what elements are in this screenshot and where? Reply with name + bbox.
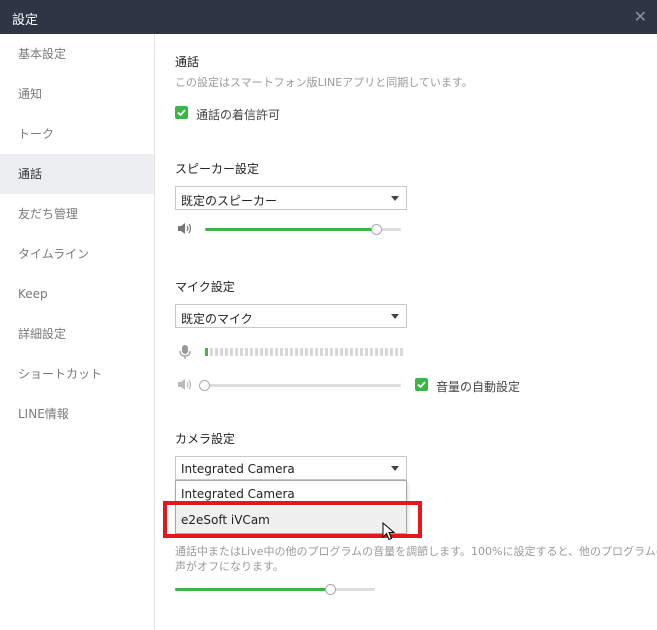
speaker-select[interactable]: 既定のスピーカー: [175, 186, 407, 210]
mouse-cursor-icon: [382, 522, 396, 541]
mic-meter-segment: [265, 348, 268, 356]
mic-meter-segment: [360, 348, 363, 356]
auto-volume-checkbox[interactable]: [415, 378, 428, 391]
allow-calls-label: 通話の着信許可: [196, 108, 281, 122]
window-title: 設定: [12, 13, 39, 28]
other-volume-knob[interactable]: [325, 584, 336, 595]
mic-meter-segment: [255, 348, 258, 356]
allow-calls-checkbox[interactable]: [175, 106, 188, 119]
mic-meter-segment: [345, 348, 348, 356]
mic-meter-segment: [310, 348, 313, 356]
mic-meter-segment: [355, 348, 358, 356]
speaker-volume-knob[interactable]: [371, 224, 383, 235]
mic-meter-segment: [230, 348, 233, 356]
speaker-volume-fill: [205, 228, 378, 231]
check-icon: [177, 109, 186, 117]
speaker-volume-slider[interactable]: [205, 224, 401, 235]
other-volume-desc-line2: 声がオフになります。: [175, 560, 284, 573]
settings-panel: 通話 この設定はスマートフォン版LINEアプリと同期しています。 通話の着信許可…: [156, 34, 657, 630]
sidebar-item-notifications[interactable]: 通知: [0, 74, 154, 114]
mic-select[interactable]: 既定のマイク: [175, 304, 407, 328]
mic-meter-segment: [365, 348, 368, 356]
other-volume-slider[interactable]: [175, 584, 375, 595]
sidebar-item-basic[interactable]: 基本設定: [0, 34, 154, 74]
mic-select-value: 既定のマイク: [181, 312, 253, 326]
chevron-down-icon: [391, 314, 399, 319]
mic-meter-segment: [375, 348, 378, 356]
speaker-icon: [178, 223, 192, 234]
sidebar: 基本設定 通知 トーク 通話 友だち管理 タイムライン Keep 詳細設定 ショ…: [0, 34, 155, 630]
mic-volume-slider[interactable]: [199, 380, 401, 391]
speaker-heading: スピーカー設定: [175, 162, 260, 176]
mic-meter-segment: [325, 348, 328, 356]
title-bar: 設定 ✕: [0, 0, 657, 34]
mic-meter-segment: [220, 348, 223, 356]
check-icon: [417, 381, 426, 389]
sidebar-item-about[interactable]: LINE情報: [0, 394, 154, 434]
mic-meter-segment: [400, 348, 403, 356]
mic-meter-segment: [380, 348, 383, 356]
mic-meter-segment: [280, 348, 283, 356]
sidebar-item-shortcuts[interactable]: ショートカット: [0, 354, 154, 394]
camera-select[interactable]: Integrated Camera: [175, 456, 407, 480]
other-volume-fill: [175, 588, 331, 591]
mic-meter-segment: [260, 348, 263, 356]
mic-meter-segment: [370, 348, 373, 356]
mic-volume-knob[interactable]: [199, 380, 210, 391]
sidebar-item-calls[interactable]: 通話: [0, 154, 154, 194]
close-icon[interactable]: ✕: [634, 7, 647, 26]
chevron-down-icon: [391, 466, 399, 471]
mic-meter-segment: [245, 348, 248, 356]
sidebar-item-advanced[interactable]: 詳細設定: [0, 314, 154, 354]
camera-heading: カメラ設定: [175, 432, 236, 446]
sidebar-item-keep[interactable]: Keep: [0, 274, 154, 314]
mic-meter-segment: [275, 348, 278, 356]
mic-meter-segment: [285, 348, 288, 356]
mic-meter-segment: [225, 348, 228, 356]
auto-volume-label: 音量の自動設定: [436, 380, 521, 394]
mic-meter-segment: [215, 348, 218, 356]
mic-level-meter: [205, 348, 407, 356]
speaker-icon: [178, 379, 192, 390]
mic-meter-segment: [305, 348, 308, 356]
microphone-icon: [179, 345, 191, 359]
other-volume-desc-line1: 通話中またはLive中の他のプログラムの音量を調節します。100%に設定すると、…: [175, 545, 657, 558]
chevron-down-icon: [391, 196, 399, 201]
mic-heading: マイク設定: [175, 280, 235, 294]
mic-meter-segment: [210, 348, 213, 356]
mic-meter-segment: [290, 348, 293, 356]
mic-meter-segment: [395, 348, 398, 356]
mic-meter-segment: [315, 348, 318, 356]
mic-meter-segment: [295, 348, 298, 356]
sidebar-item-timeline[interactable]: タイムライン: [0, 234, 154, 274]
mic-meter-segment: [300, 348, 303, 356]
mic-meter-segment: [330, 348, 333, 356]
sidebar-item-friends[interactable]: 友だち管理: [0, 194, 154, 234]
call-heading: 通話: [175, 55, 200, 69]
call-sync-desc: この設定はスマートフォン版LINEアプリと同期しています。: [175, 76, 473, 89]
sidebar-item-chat[interactable]: トーク: [0, 114, 154, 154]
mic-meter-segment: [350, 348, 353, 356]
mic-meter-segment: [240, 348, 243, 356]
mic-meter-segment: [235, 348, 238, 356]
camera-select-value: Integrated Camera: [181, 462, 295, 476]
mic-meter-segment: [320, 348, 323, 356]
mic-meter-segment: [205, 348, 208, 356]
mic-meter-segment: [250, 348, 253, 356]
mic-meter-segment: [270, 348, 273, 356]
speaker-select-value: 既定のスピーカー: [181, 194, 278, 208]
mic-meter-segment: [335, 348, 338, 356]
mic-meter-segment: [340, 348, 343, 356]
mic-meter-segment: [390, 348, 393, 356]
mic-meter-segment: [385, 348, 388, 356]
